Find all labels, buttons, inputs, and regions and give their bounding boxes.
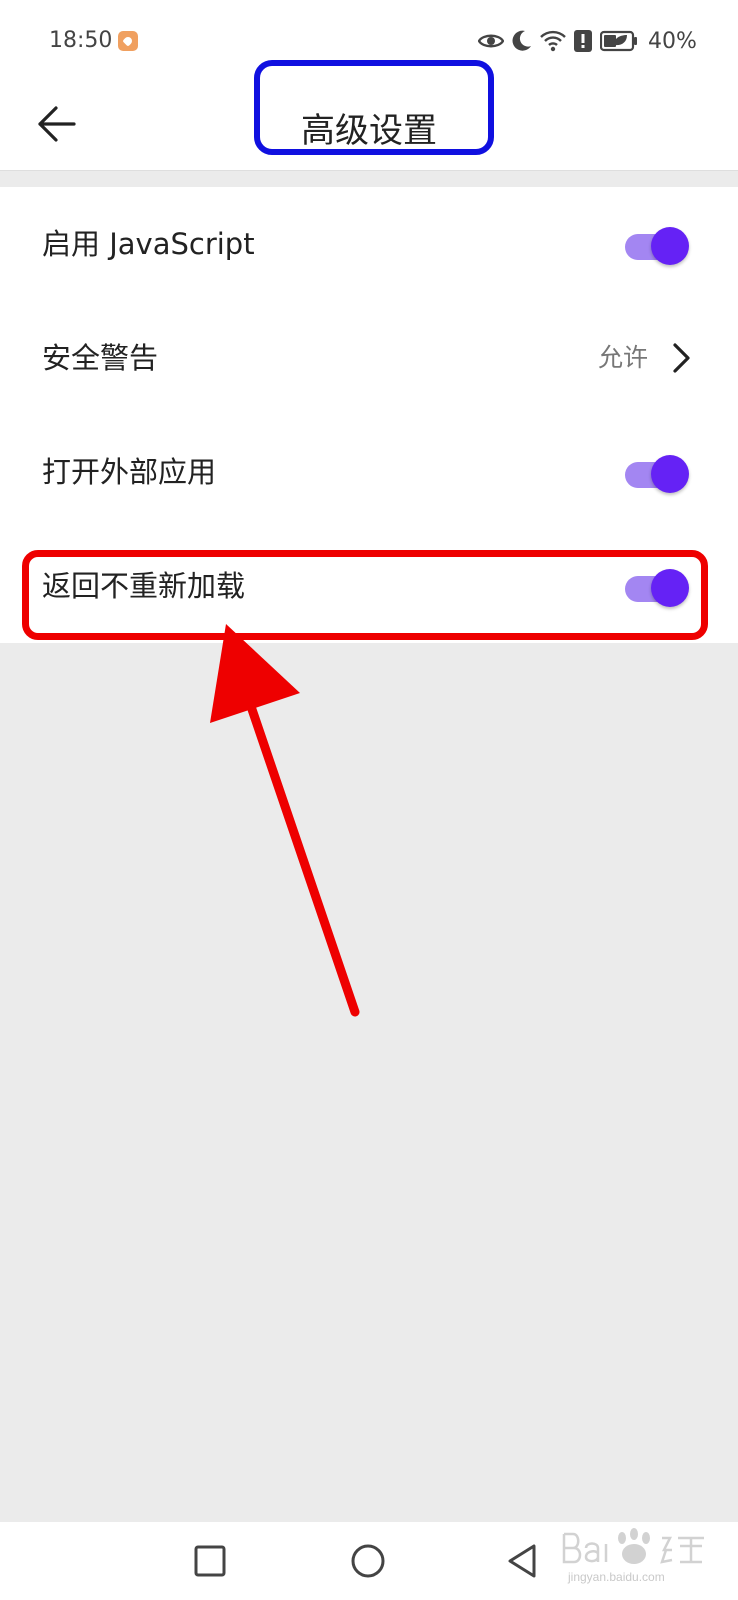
setting-label: 安全警告 (42, 341, 159, 375)
baidu-watermark: jingyan.baidu.com (560, 1524, 710, 1594)
app-notification-icon (118, 31, 138, 51)
recent-apps-icon (194, 1545, 226, 1577)
alert-icon (574, 30, 592, 52)
app-header: 高级设置 (0, 82, 738, 171)
back-triangle-icon (508, 1544, 536, 1578)
back-no-reload-toggle[interactable] (625, 567, 691, 607)
home-icon (351, 1544, 385, 1578)
setting-value: 允许 (597, 343, 648, 372)
section-gap (0, 171, 738, 187)
status-time: 18:50 (49, 28, 113, 53)
external-apps-toggle[interactable] (625, 453, 691, 493)
moon-icon (512, 30, 532, 52)
setting-open-external-apps[interactable]: 打开外部应用 (0, 415, 738, 529)
chevron-right-icon (673, 343, 690, 373)
setting-label: 返回不重新加载 (42, 569, 246, 603)
setting-security-warning[interactable]: 安全警告 允许 (0, 301, 738, 415)
eye-icon (478, 32, 504, 50)
battery-percent: 40% (648, 28, 697, 54)
toggle-thumb (651, 227, 689, 265)
setting-label: 启用 JavaScript (42, 227, 255, 261)
page-title: 高级设置 (301, 111, 437, 151)
watermark-text: jingyan.baidu.com (568, 1570, 665, 1584)
baidu-paw-logo-icon (562, 1528, 704, 1564)
nav-back-button[interactable] (502, 1539, 546, 1583)
javascript-toggle[interactable] (625, 225, 691, 265)
settings-list: 启用 JavaScript 安全警告 允许 打开外部应用 返回不重新加载 (0, 187, 738, 643)
setting-label: 打开外部应用 (42, 455, 217, 489)
wifi-icon (540, 30, 566, 52)
toggle-thumb (651, 569, 689, 607)
recent-apps-button[interactable] (188, 1539, 232, 1583)
status-bar: 18:50 40% (0, 0, 738, 82)
home-button[interactable] (346, 1539, 390, 1583)
status-icons: 40% (478, 26, 697, 56)
setting-enable-javascript[interactable]: 启用 JavaScript (0, 187, 738, 301)
battery-icon (600, 30, 638, 52)
toggle-thumb (651, 455, 689, 493)
setting-back-no-reload[interactable]: 返回不重新加载 (0, 529, 738, 643)
